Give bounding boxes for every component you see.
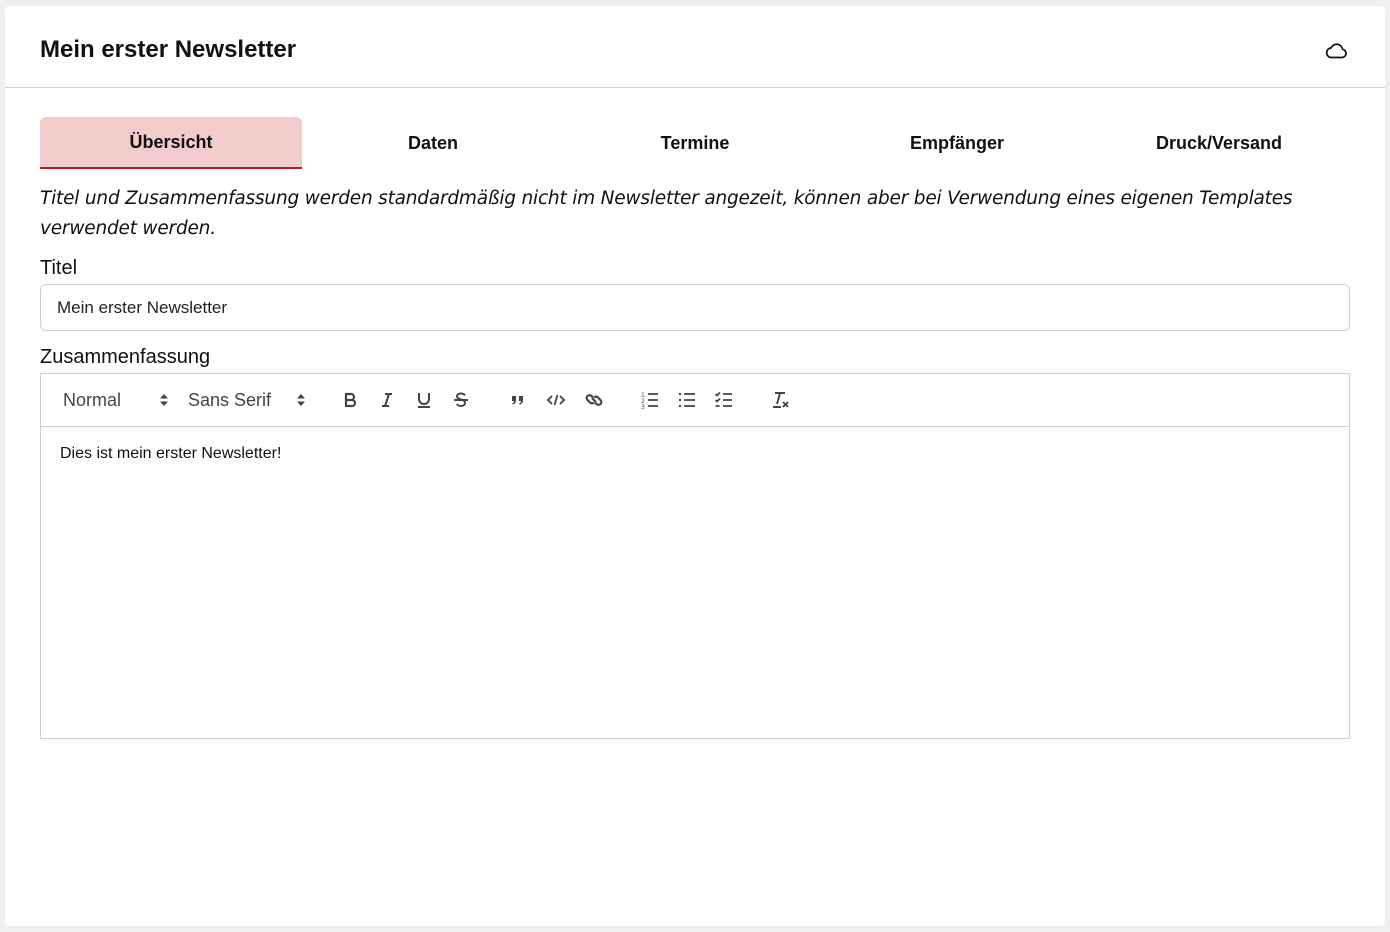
editor-content[interactable]: Dies ist mein erster Newsletter!: [41, 427, 1349, 738]
font-select-value: Sans Serif: [188, 389, 272, 410]
clear-format-icon[interactable]: [766, 386, 794, 414]
tab-druck-versand[interactable]: Druck/Versand: [1088, 117, 1350, 169]
title-input[interactable]: [40, 284, 1350, 331]
ordered-list-icon[interactable]: 123: [636, 386, 664, 414]
title-label: Titel: [40, 257, 78, 279]
tab-label: Daten: [407, 132, 458, 153]
underline-icon[interactable]: [410, 386, 438, 414]
summary-label: Zusammenfassung: [40, 346, 211, 368]
code-icon[interactable]: [542, 386, 570, 414]
info-text: Titel und Zusammenfassung werden standar…: [40, 188, 1293, 239]
strike-icon[interactable]: [447, 386, 475, 414]
font-select[interactable]: Sans Serif: [188, 390, 306, 411]
page-title: Mein erster Newsletter: [40, 35, 297, 63]
tab-label: Empfänger: [909, 132, 1005, 153]
newsletter-card: Mein erster Newsletter Übersicht Daten T…: [5, 6, 1385, 926]
main-content: Übersicht Daten Termine Empfänger Druck/…: [5, 88, 1385, 739]
tab-uebersicht[interactable]: Übersicht: [40, 117, 302, 169]
svg-text:3: 3: [641, 404, 645, 410]
tab-label: Übersicht: [129, 131, 213, 152]
tab-empfaenger[interactable]: Empfänger: [826, 117, 1088, 169]
select-arrows-icon: [297, 394, 305, 406]
page-header: Mein erster Newsletter: [5, 6, 1385, 88]
rich-text-editor: Normal Sans Serif 1 2 3 Dies ist mein er…: [40, 373, 1350, 739]
tab-label: Druck/Versand: [1155, 132, 1283, 153]
header-select-value: Normal: [63, 389, 122, 410]
tab-bar: Übersicht Daten Termine Empfänger Druck/…: [40, 117, 1350, 169]
check-list-icon[interactable]: [710, 386, 738, 414]
select-arrows-icon: [160, 394, 168, 406]
tab-daten[interactable]: Daten: [302, 117, 564, 169]
link-icon[interactable]: [580, 386, 608, 414]
bold-icon[interactable]: [336, 386, 364, 414]
cloud-icon[interactable]: [1323, 38, 1349, 64]
italic-icon[interactable]: [373, 386, 401, 414]
blockquote-icon[interactable]: [504, 386, 532, 414]
tab-label: Termine: [660, 132, 730, 153]
tab-termine[interactable]: Termine: [564, 117, 826, 169]
bullet-list-icon[interactable]: [673, 386, 701, 414]
editor-toolbar: Normal Sans Serif 1 2 3: [41, 374, 1349, 427]
header-select[interactable]: Normal: [63, 390, 169, 411]
